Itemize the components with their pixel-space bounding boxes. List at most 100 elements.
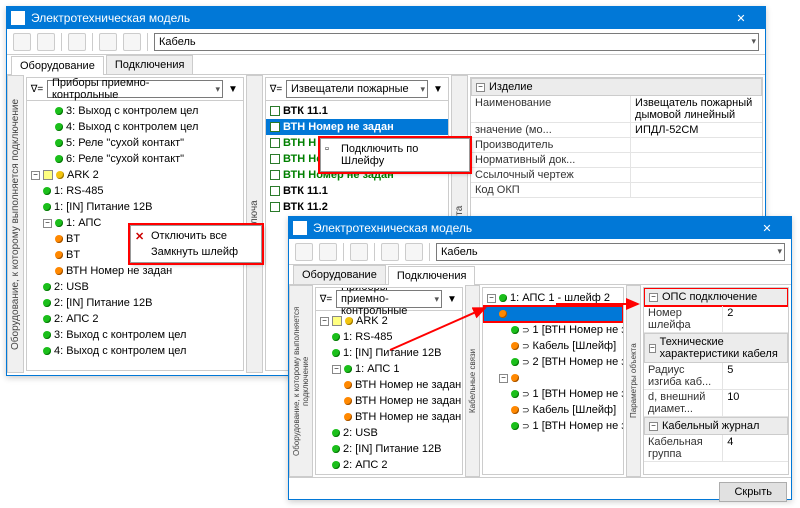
filter-arrow-icon[interactable]: ▼ [225,81,241,97]
tree-node[interactable]: ВТН Номер не задан [27,263,243,279]
filter-icon[interactable]: ∇= [318,291,334,307]
tree-node[interactable]: 3: Выход с контролем цело [316,473,462,474]
tb-btn-4[interactable] [381,243,399,261]
collapse-icon[interactable]: − [649,293,658,302]
tree-node[interactable]: 2: [IN] Питание 12В [316,441,462,457]
prop-row: Радиус изгиба каб...5 [644,363,788,390]
tree-node[interactable]: ⊃1 [ВТН Номер не задан] [483,386,623,402]
tab-equipment[interactable]: Оборудование [293,265,386,284]
tree-node[interactable]: ВТК 11.1 [266,103,448,119]
collapse-icon[interactable]: − [649,422,658,431]
tree-node[interactable]: ВТН Номер не задан [316,393,462,409]
tree-node[interactable]: 2: [IN] Питание 12В [27,295,243,311]
tree-node[interactable]: ⊃1 [ВТН Номер не задан] [483,418,623,434]
props-header[interactable]: −Изделие [471,78,762,96]
expand-icon[interactable]: − [499,374,508,383]
tree-node[interactable]: − [483,370,623,386]
filter-arrow-icon[interactable]: ▼ [430,81,446,97]
tree-node[interactable]: 3: Выход с контролем цел [27,327,243,343]
tree-node[interactable]: ВТН Номер не задан [266,119,448,135]
status-bullet-icon [55,235,63,243]
expand-icon[interactable]: − [332,365,341,374]
tb-btn-1[interactable] [13,33,31,51]
expand-icon[interactable]: − [487,294,496,303]
props-header-tech[interactable]: −Технические характеристики кабеля [644,333,788,363]
filter-arrow-icon[interactable]: ▼ [444,291,460,307]
prop-value: ИПДЛ-52СМ [631,123,762,137]
tb-btn-4[interactable] [99,33,117,51]
filter-icon[interactable]: ∇= [268,81,284,97]
tb-btn-3[interactable] [350,243,368,261]
tree-node[interactable]: 1: [IN] Питание 12В [316,345,462,361]
close-icon[interactable]: ✕ [747,222,787,235]
status-bullet-icon [511,406,519,414]
tree-node[interactable]: −ARK 2 [27,167,243,183]
tree-node[interactable]: −1: АПС 1 [316,361,462,377]
node-label: ВТК 11.1 [283,105,328,117]
expand-icon[interactable]: − [31,171,40,180]
tree-node[interactable]: ⊃Кабель [Шлейф] [483,338,623,354]
props-header-journal[interactable]: −Кабельный журнал [644,417,788,435]
tree-node[interactable] [483,306,623,322]
tree-node[interactable]: ВТН Номер не задан [316,409,462,425]
titlebar[interactable]: Электротехническая модель ✕ [289,217,791,239]
tree-node[interactable]: ВТК 11.2 [266,199,448,215]
tree-node[interactable]: ВТН Номер не задан [316,377,462,393]
tree-mid[interactable]: −1: АПС 1 - шлейф 2 ⊃1 [ВТН Номер не зада… [483,288,623,474]
tree-node[interactable]: 4: Выход с контролем цел [27,119,243,135]
filter-icon[interactable]: ∇= [29,81,45,97]
tb-btn-5[interactable] [123,33,141,51]
tree-left[interactable]: −ARK 21: RS-4851: [IN] Питание 12В−1: АП… [316,311,462,474]
expand-icon[interactable]: − [43,219,52,228]
filter-left-combo[interactable]: Приборы приемно-контрольные [47,80,223,98]
menu-item-connect-by-loop[interactable]: ▫Подключить по Шлейфу [321,141,469,169]
tb-btn-3[interactable] [68,33,86,51]
tree-node[interactable]: 4: Выход с контролем цел [27,343,243,359]
tab-connections[interactable]: Подключения [106,55,194,74]
tree-node[interactable]: 6: Реле "сухой контакт" [27,151,243,167]
filter-right-combo[interactable]: Извещатели пожарные [286,80,428,98]
tree-node[interactable]: ⊃1 [ВТН Номер не задан] [483,322,623,338]
tree-node[interactable]: ⊃Кабель [Шлейф] [483,402,623,418]
tree-node[interactable]: 1: RS-485 [316,329,462,345]
close-icon[interactable]: ✕ [721,12,761,25]
props-header-ops[interactable]: −ОПС подключение [644,288,788,306]
tab-connections[interactable]: Подключения [388,266,476,285]
tree-node[interactable]: 1: RS-485 [27,183,243,199]
collapse-icon[interactable]: − [476,83,485,92]
menu-item-disconnect-all[interactable]: ✕Отключить все [131,228,261,244]
prop-row: Ссылочный чертеж [471,168,762,183]
tree-node[interactable]: 1: [IN] Питание 12В [27,199,243,215]
filter-left-combo[interactable]: Приборы приемно-контрольные [336,290,442,308]
tb-btn-2[interactable] [319,243,337,261]
tree-node[interactable]: 2: USB [316,425,462,441]
tab-equipment[interactable]: Оборудование [11,56,104,75]
prop-row: значение (мо...ИПДЛ-52СМ [471,123,762,138]
tb-btn-2[interactable] [37,33,55,51]
node-label: 2: АПС 2 [343,459,387,471]
tree-node[interactable]: 2: АПС 2 [316,457,462,473]
tree-node[interactable]: 3: Выход с контролем цел [27,103,243,119]
node-label: 2: USB [343,427,378,439]
tree-node[interactable]: −1: АПС 1 - шлейф 2 [483,290,623,306]
hide-button[interactable]: Скрыть [719,482,787,502]
toolbar: Кабель [7,29,765,55]
expand-icon[interactable]: − [320,317,329,326]
menu-item-close-loop[interactable]: Замкнуть шлейф [131,244,261,260]
tree-node[interactable]: 2: USB [27,279,243,295]
tree-node[interactable]: ВТК 11.1 [266,183,448,199]
context-menu-loop[interactable]: ✕Отключить все Замкнуть шлейф [130,225,262,263]
status-bullet-icon [43,203,51,211]
status-bullet-icon [344,381,352,389]
toolbar-combo-cable[interactable]: Кабель [436,243,785,261]
node-label: BT [66,233,80,245]
titlebar[interactable]: Электротехническая модель ✕ [7,7,765,29]
toolbar-combo-cable[interactable]: Кабель [154,33,759,51]
tree-node[interactable]: 2: АПС 2 [27,311,243,327]
collapse-icon[interactable]: − [649,344,656,353]
tree-node[interactable]: 5: Реле "сухой контакт" [27,135,243,151]
tb-btn-1[interactable] [295,243,313,261]
tb-btn-5[interactable] [405,243,423,261]
context-menu-connect[interactable]: ▫Подключить по Шлейфу [320,138,470,172]
tree-node[interactable]: ⊃2 [ВТН Номер не задан] [483,354,623,370]
